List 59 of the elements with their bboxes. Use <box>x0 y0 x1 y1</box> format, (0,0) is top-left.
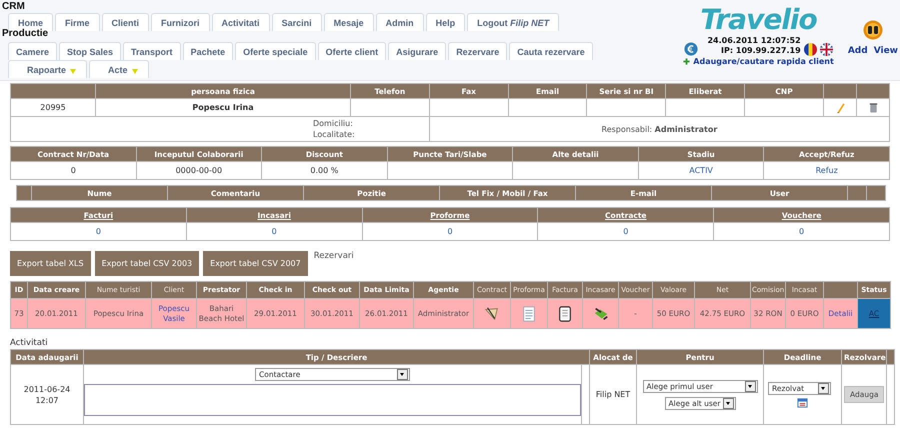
datetime-text: 24.06.2011 12:07:52 <box>707 36 801 46</box>
nav-tab[interactable]: Camere <box>8 42 58 60</box>
address-label: Localitate: <box>312 129 356 140</box>
action-link[interactable]: Add <box>848 46 868 56</box>
table-cell: Popescu Irina <box>96 98 350 116</box>
nav-tab[interactable]: Help <box>426 13 466 31</box>
count-link[interactable]: 0 <box>362 222 538 240</box>
nav-tab[interactable]: Pachete <box>182 42 234 60</box>
section-label: Activitati <box>10 338 49 348</box>
logo: Travelio <box>700 2 817 37</box>
nav-tab[interactable]: Activitati <box>212 13 270 31</box>
document-icon[interactable] <box>557 306 573 322</box>
table-cell: 0 <box>10 162 136 180</box>
app-title: CRM <box>1 0 26 13</box>
nav-tab[interactable]: Transport <box>123 42 181 60</box>
nav-tab[interactable]: Furnizori <box>151 13 210 31</box>
action-link[interactable]: View <box>874 46 898 56</box>
section-title: Productie <box>1 28 50 41</box>
nav-tab[interactable]: Oferte speciale <box>235 42 316 60</box>
count-link[interactable]: 0 <box>538 222 714 240</box>
section-label: Rezervari <box>314 251 354 261</box>
trash-icon[interactable] <box>868 102 878 113</box>
address-label: Domiciliu: <box>312 118 354 129</box>
nav-tab[interactable]: Oferte client <box>318 42 386 60</box>
nav-tab[interactable]: Rapoarte <box>8 60 88 78</box>
nav-tab[interactable]: Firme <box>55 13 100 31</box>
nav-tab[interactable]: Clienti <box>102 13 150 31</box>
count-link[interactable]: 0 <box>186 222 362 240</box>
nav-tab[interactable]: Mesaje <box>324 13 374 31</box>
nav-tab[interactable]: Logout Filip NET <box>467 13 560 31</box>
contract-icon[interactable] <box>484 306 500 322</box>
flag-icon[interactable] <box>820 43 833 56</box>
nav-tab[interactable]: Sarcini <box>272 13 322 31</box>
calendar-icon[interactable] <box>797 396 808 408</box>
description-field[interactable] <box>84 384 581 416</box>
nav-tab[interactable]: Rezervare <box>448 42 508 60</box>
count-link[interactable]: 0 <box>10 222 186 240</box>
plus-icon <box>683 58 690 65</box>
count-link[interactable]: 0 <box>714 222 890 240</box>
export-button[interactable]: Export tabel XLS <box>10 251 91 276</box>
date-text: 2011-06-24 12:07 <box>22 384 72 406</box>
table-cell: 0000-00-00 <box>136 162 262 180</box>
export-button[interactable]: Export tabel CSV 2007 <box>203 251 308 276</box>
nav-tab[interactable]: Admin <box>376 13 424 31</box>
export-button[interactable]: Export tabel CSV 2003 <box>94 251 200 276</box>
ip-text: IP: 109.99.227.19 <box>720 46 801 56</box>
currency-icon[interactable] <box>684 42 698 56</box>
nav-tab[interactable]: Cauta rezervare <box>509 42 593 60</box>
table-cell: Filip NET <box>590 364 637 424</box>
quick-client-link[interactable]: Adaugare/cautare rapida client <box>693 57 834 66</box>
nav-tab[interactable]: Acte <box>89 60 149 78</box>
responsible-text: Responsabil: Administrator <box>602 124 718 134</box>
nav-tab[interactable]: Asigurare <box>388 42 446 60</box>
table-cell: 20995 <box>10 98 96 116</box>
flag-icon[interactable] <box>804 43 817 56</box>
status-link[interactable]: ACTIV <box>638 162 764 180</box>
refuse-link[interactable]: Refuz <box>764 162 890 180</box>
table-cell: 0.00 % <box>262 162 388 180</box>
nav-tab[interactable]: Stop Sales <box>59 42 122 60</box>
